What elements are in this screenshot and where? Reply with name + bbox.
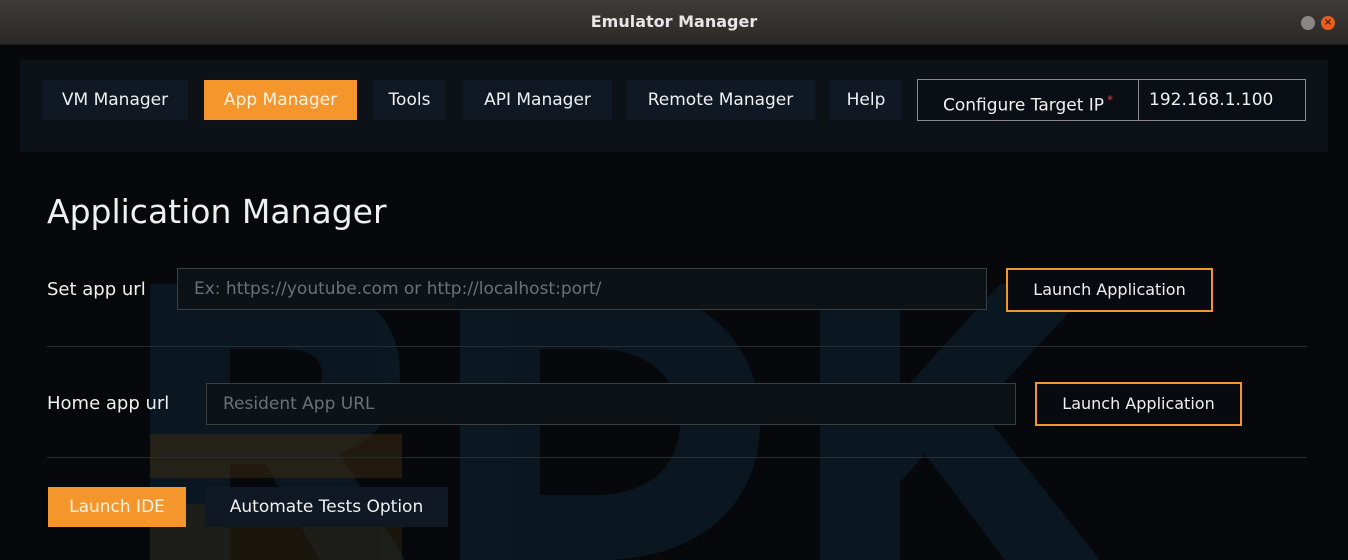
home-url-label: Home app url	[47, 393, 170, 414]
required-marker: *	[1107, 93, 1114, 107]
launch-home-app-button[interactable]: Launch Application	[1035, 382, 1242, 426]
launch-ide-button[interactable]: Launch IDE	[48, 487, 186, 527]
nav-tools[interactable]: Tools	[373, 80, 446, 120]
minimize-icon[interactable]	[1301, 16, 1315, 30]
app-url-label: Set app url	[47, 279, 146, 300]
window-title: Emulator Manager	[590, 12, 758, 31]
nav-vm-manager[interactable]: VM Manager	[42, 80, 188, 120]
nav-remote-manager[interactable]: Remote Manager	[626, 80, 815, 120]
target-ip-input[interactable]	[1139, 80, 1305, 120]
automate-tests-button[interactable]: Automate Tests Option	[205, 487, 448, 527]
app-window: Emulator Manager × VM Manager App Manage…	[0, 0, 1348, 560]
nav-app-manager[interactable]: App Manager	[204, 80, 357, 120]
nav-help[interactable]: Help	[830, 80, 902, 120]
page-title: Application Manager	[47, 192, 387, 231]
app-url-input[interactable]	[177, 268, 987, 310]
target-ip-group: Configure Target IP *	[917, 79, 1306, 121]
section-divider	[47, 457, 1307, 458]
title-bar: Emulator Manager ×	[0, 0, 1348, 45]
close-icon[interactable]: ×	[1321, 16, 1335, 30]
target-ip-label: Configure Target IP *	[918, 80, 1139, 120]
home-url-input[interactable]	[206, 383, 1016, 425]
launch-app-button[interactable]: Launch Application	[1006, 268, 1213, 312]
section-divider	[47, 346, 1307, 347]
nav-api-manager[interactable]: API Manager	[463, 80, 612, 120]
